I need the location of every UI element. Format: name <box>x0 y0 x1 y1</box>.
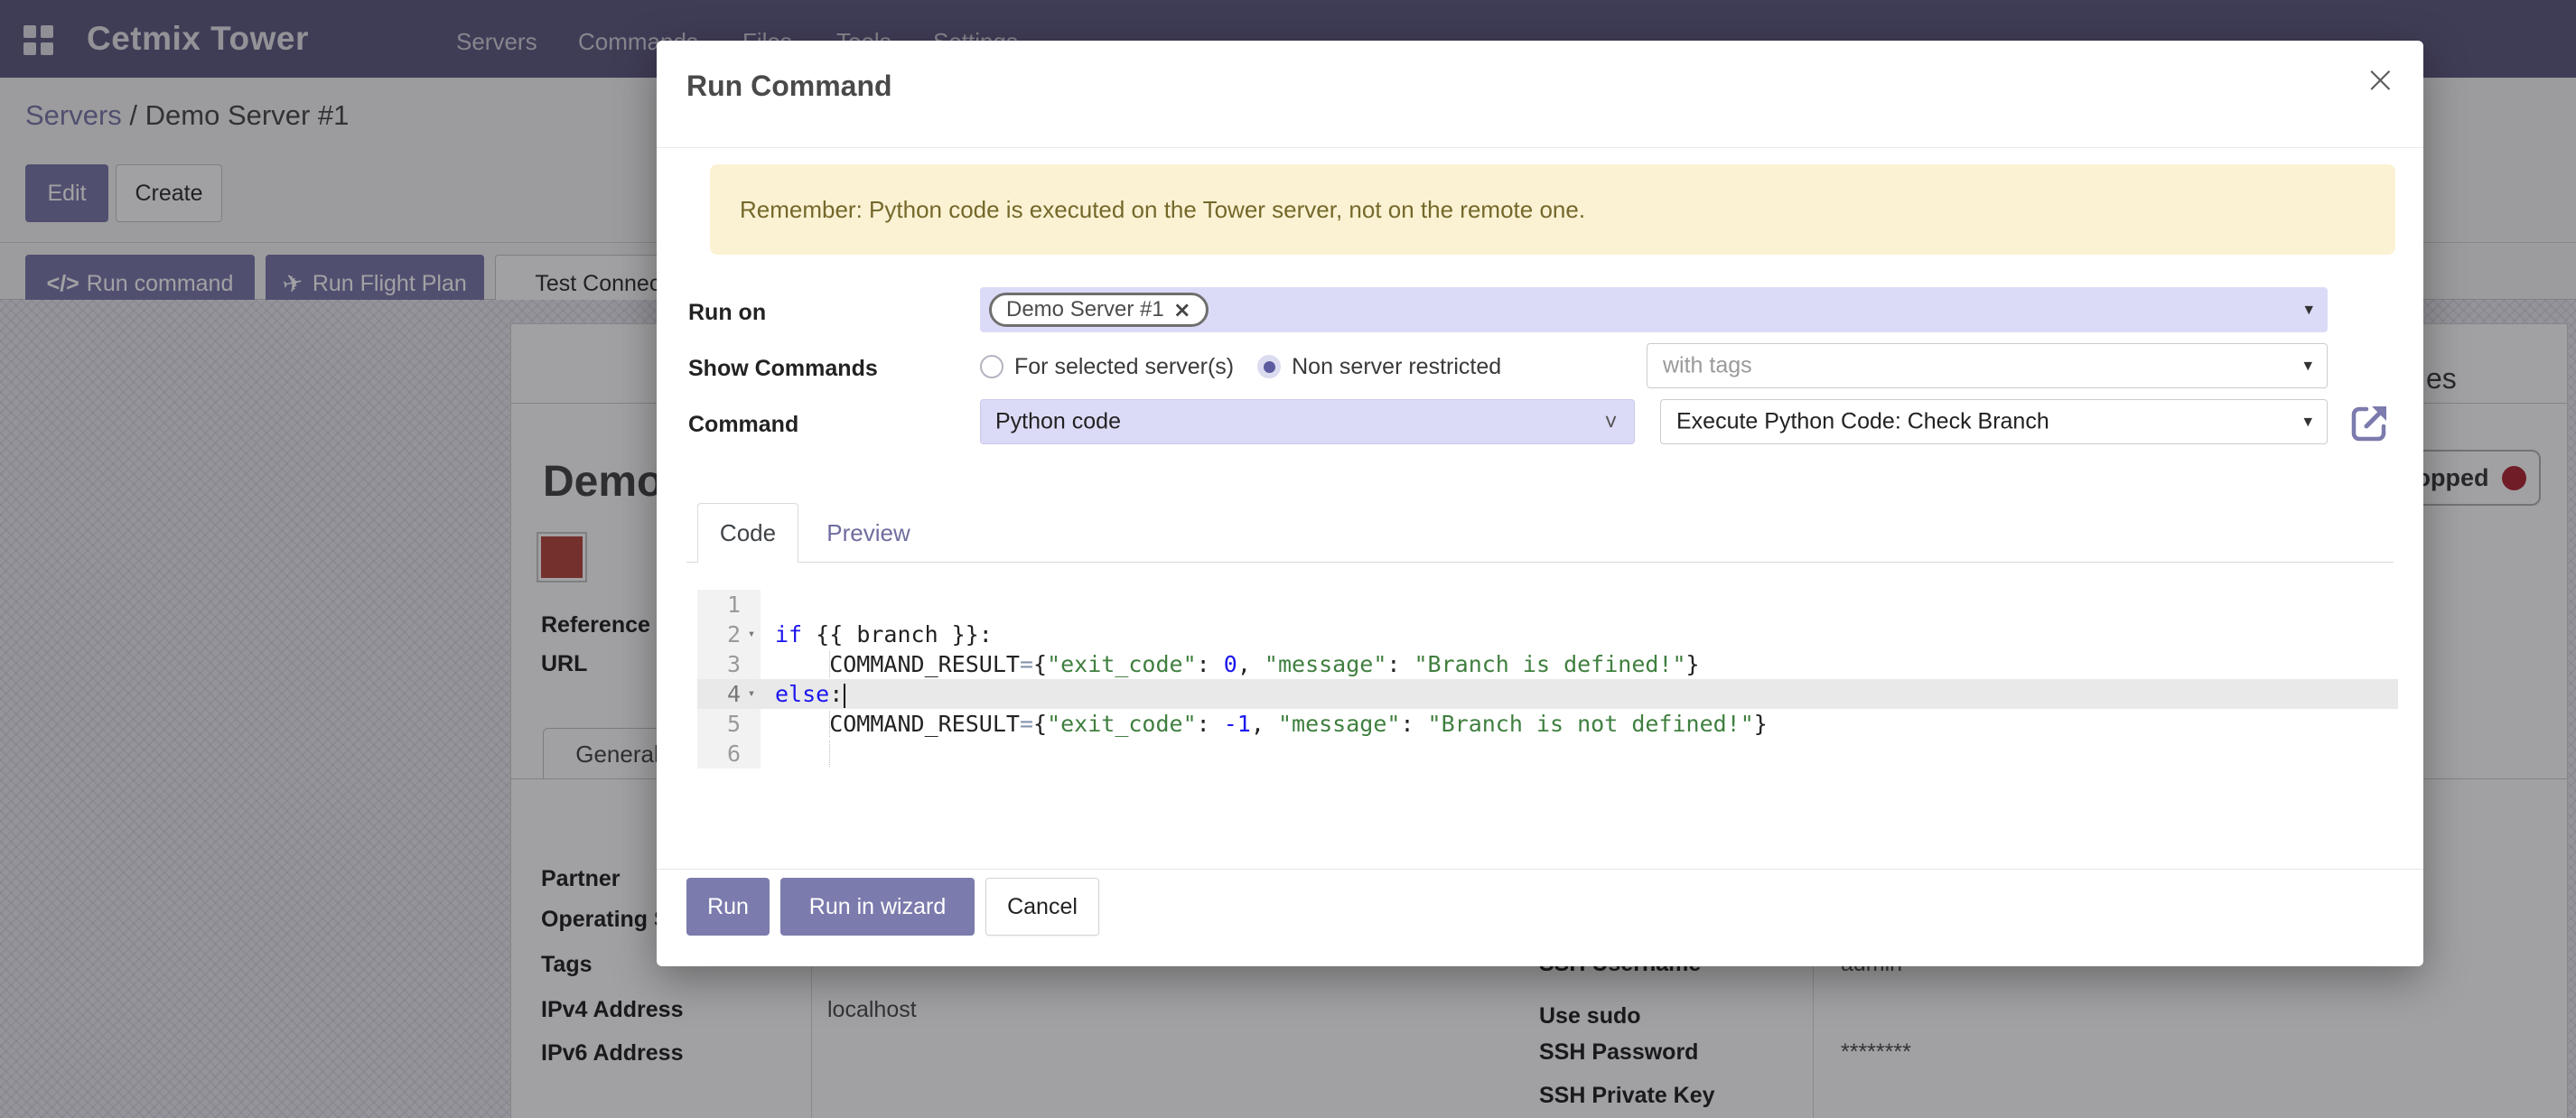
indent-guide <box>829 651 830 677</box>
text-cursor <box>844 684 845 708</box>
code-text <box>775 739 2398 769</box>
indent-guide <box>829 711 830 737</box>
modal-title: Run Command <box>686 70 892 103</box>
close-icon[interactable]: × <box>2365 61 2396 98</box>
code-line-4[interactable]: 4▾else: <box>697 679 2398 709</box>
code-line-2[interactable]: 2▾if {{ branch }}: <box>697 620 2398 649</box>
line-number: 1 <box>697 590 761 620</box>
chevron-down-icon: > <box>1599 415 1624 428</box>
modal-header-divider <box>657 147 2423 148</box>
code-text: COMMAND_RESULT={"exit_code": -1, "messag… <box>775 709 2398 739</box>
warning-banner-text: Remember: Python code is executed on the… <box>740 196 1585 224</box>
with-tags-select[interactable]: with tags ▾ <box>1647 343 2328 388</box>
radio-option-0[interactable]: For selected server(s) <box>980 354 1234 380</box>
tag-remove-icon[interactable]: × <box>1173 297 1191 322</box>
code-text: else: <box>775 679 2398 709</box>
run-in-wizard-button[interactable]: Run in wizard <box>780 878 975 936</box>
tab-preview[interactable]: Preview <box>812 503 925 563</box>
command-type-select[interactable]: Python code > <box>980 399 1635 444</box>
radio-selected-icon[interactable] <box>1257 355 1281 378</box>
cancel-button[interactable]: Cancel <box>985 878 1099 936</box>
fold-toggle-icon[interactable]: ▾ <box>742 620 761 649</box>
command-value: Execute Python Code: Check Branch <box>1676 409 2049 435</box>
warning-banner: Remember: Python code is executed on the… <box>710 164 2395 255</box>
server-tag[interactable]: Demo Server #1 × <box>989 293 1209 327</box>
chevron-down-icon: ▾ <box>2303 412 2312 433</box>
code-text: if {{ branch }}: <box>775 620 2398 649</box>
chevron-down-icon: ▾ <box>2304 300 2313 321</box>
line-number: 6 <box>697 739 761 769</box>
line-number: 5 <box>697 709 761 739</box>
command-type-value: Python code <box>995 409 1121 435</box>
run-command-modal: Run Command × Remember: Python code is e… <box>657 41 2423 966</box>
external-link-icon[interactable] <box>2348 401 2392 444</box>
command-select[interactable]: Execute Python Code: Check Branch ▾ <box>1660 399 2328 444</box>
code-line-5[interactable]: 5 COMMAND_RESULT={"exit_code": -1, "mess… <box>697 709 2398 739</box>
radio-label: For selected server(s) <box>1014 354 1234 380</box>
code-line-1[interactable]: 1 <box>697 590 2398 620</box>
show-commands-radio-group: For selected server(s) Non server restric… <box>980 352 1501 381</box>
radio-unselected-icon[interactable] <box>980 355 1003 378</box>
with-tags-placeholder: with tags <box>1663 353 1752 379</box>
fold-toggle-icon[interactable]: ▾ <box>742 679 761 709</box>
indent-guide <box>829 741 830 767</box>
radio-label: Non server restricted <box>1292 354 1501 380</box>
server-tag-label: Demo Server #1 <box>1006 297 1164 322</box>
code-line-6[interactable]: 6 <box>697 739 2398 769</box>
code-text: COMMAND_RESULT={"exit_code": 0, "message… <box>775 649 2398 679</box>
chevron-down-icon: ▾ <box>2303 356 2312 377</box>
tab-code[interactable]: Code <box>697 503 798 563</box>
run-on-field[interactable]: Demo Server #1 × ▾ <box>980 287 2328 332</box>
tabs-underline <box>686 562 2394 563</box>
code-text <box>775 590 2398 620</box>
code-editor[interactable]: 12▾if {{ branch }}:3 COMMAND_RESULT={"ex… <box>697 590 2398 769</box>
radio-option-1[interactable]: Non server restricted <box>1257 354 1501 380</box>
run-button[interactable]: Run <box>686 878 770 936</box>
run-on-label: Run on <box>688 300 766 326</box>
line-number: 3 <box>697 649 761 679</box>
command-label: Command <box>688 412 798 438</box>
code-line-3[interactable]: 3 COMMAND_RESULT={"exit_code": 0, "messa… <box>697 649 2398 679</box>
modal-footer-divider <box>657 869 2423 870</box>
show-commands-label: Show Commands <box>688 356 878 382</box>
